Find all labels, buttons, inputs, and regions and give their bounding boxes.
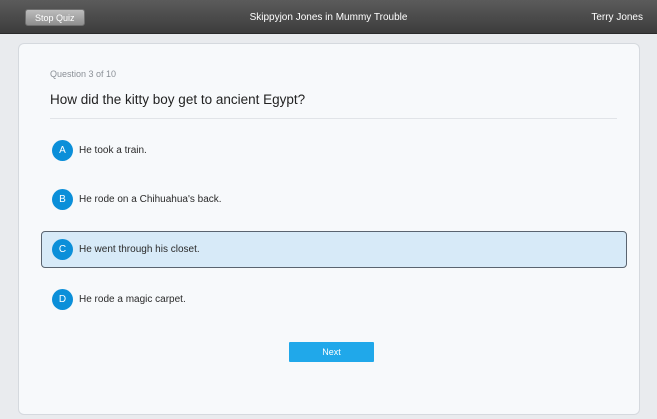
answer-option-b[interactable]: B He rode on a Chihuahua's back. [41, 181, 627, 217]
answer-letter-badge: C [52, 239, 73, 260]
answer-option-d[interactable]: D He rode a magic carpet. [41, 281, 627, 317]
question-text: How did the kitty boy get to ancient Egy… [50, 92, 306, 107]
answer-option-a[interactable]: A He took a train. [41, 132, 627, 168]
question-card: Question 3 of 10 How did the kitty boy g… [18, 43, 640, 415]
quiz-title: Skippyjon Jones in Mummy Trouble [249, 12, 408, 23]
answer-text: He rode on a Chihuahua's back. [79, 194, 222, 205]
question-progress: Question 3 of 10 [50, 69, 117, 79]
divider [50, 118, 617, 119]
answer-letter-badge: D [52, 289, 73, 310]
top-bar: Stop Quiz Skippyjon Jones in Mummy Troub… [0, 0, 657, 34]
answer-text: He took a train. [79, 145, 147, 156]
answer-letter-badge: A [52, 140, 73, 161]
user-name: Terry Jones [591, 12, 643, 23]
answer-letter-badge: B [52, 189, 73, 210]
answer-option-c[interactable]: C He went through his closet. [41, 231, 627, 268]
answer-text: He went through his closet. [79, 244, 200, 255]
answer-text: He rode a magic carpet. [79, 294, 186, 305]
next-button[interactable]: Next [289, 342, 374, 362]
